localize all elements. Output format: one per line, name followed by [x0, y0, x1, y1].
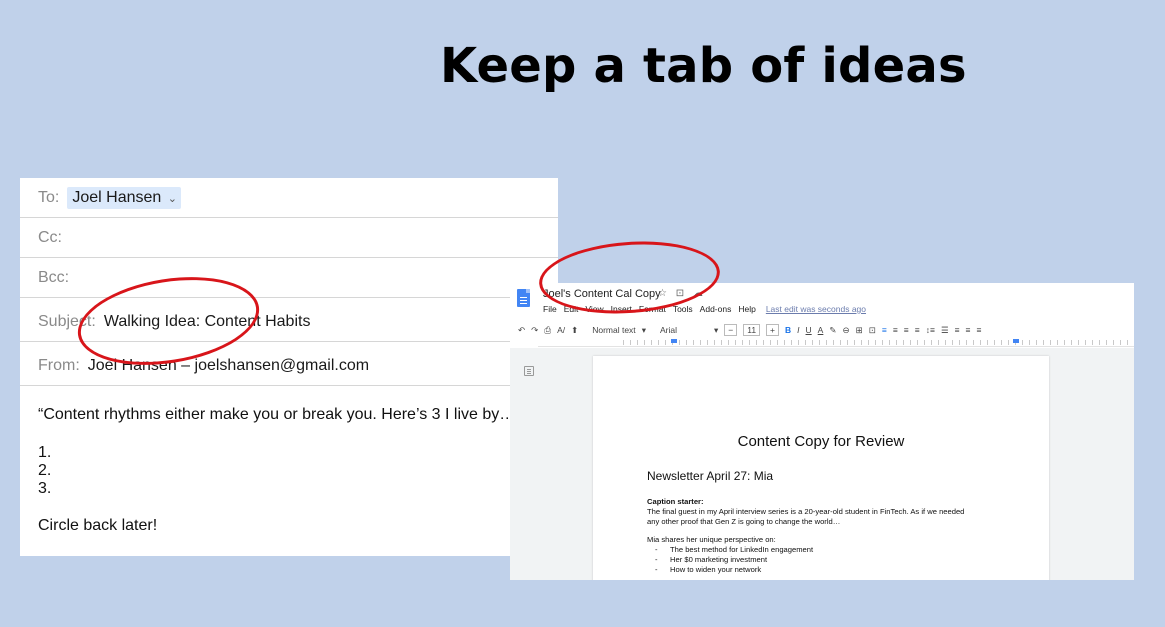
redo-icon[interactable]: ↷: [531, 325, 538, 336]
list-item: 2.: [38, 462, 52, 479]
caption-line: The final guest in my April interview se…: [647, 507, 965, 516]
menu-edit[interactable]: Edit: [564, 304, 579, 314]
style-caret-icon[interactable]: ▾: [642, 325, 646, 336]
body-closing: Circle back later!: [38, 517, 158, 534]
menu-bar: File Edit View Insert Format Tools Add-o…: [543, 304, 866, 314]
list-item: Her $0 marketing investment: [655, 555, 813, 565]
font-size-decrease-button[interactable]: −: [724, 324, 738, 336]
from-label: From:: [38, 356, 80, 374]
menu-file[interactable]: File: [543, 304, 557, 314]
link-icon[interactable]: ⊖: [842, 325, 849, 336]
list-item: The best method for LinkedIn engagement: [655, 545, 813, 555]
menu-insert[interactable]: Insert: [611, 304, 632, 314]
subject-label: Subject:: [38, 312, 96, 330]
cc-row[interactable]: Cc:: [20, 218, 558, 258]
menu-format[interactable]: Format: [639, 304, 666, 314]
font-size-input[interactable]: 11: [743, 324, 761, 336]
print-icon[interactable]: ⎙: [544, 325, 551, 336]
recipient-name: Joel Hansen: [72, 188, 162, 206]
cc-label: Cc:: [38, 228, 62, 246]
list-item: 3.: [38, 480, 52, 497]
caption-label: Caption starter:: [647, 497, 704, 506]
line-spacing-icon[interactable]: ↕≡: [926, 325, 935, 335]
menu-view[interactable]: View: [585, 304, 603, 314]
font-caret-icon[interactable]: ▾: [714, 325, 718, 336]
subject-row[interactable]: Subject: Walking Idea: Content Habits: [20, 302, 558, 342]
align-right-icon[interactable]: ≡: [904, 325, 909, 335]
document-title[interactable]: Joel's Content Cal Copy: [543, 288, 661, 300]
caption-paragraph: The final guest in my April interview se…: [647, 507, 964, 527]
image-icon[interactable]: ⊡: [869, 325, 876, 336]
docs-window: Joel's Content Cal Copy ☆ ⊡ ☁ File Edit …: [510, 283, 1134, 580]
font-size-increase-button[interactable]: +: [766, 324, 780, 336]
recipient-chip[interactable]: Joel Hansen ⌄: [67, 186, 181, 209]
bcc-label: Bcc:: [38, 268, 70, 286]
menu-tools[interactable]: Tools: [673, 304, 693, 314]
chevron-down-icon[interactable]: ⌄: [168, 193, 177, 205]
caption-line: any other proof that Gen Z is going to c…: [647, 517, 841, 526]
email-body[interactable]: “Content rhythms either make you or brea…: [38, 406, 525, 535]
from-row[interactable]: From: Joel Hansen – joelshansen@gmail.co…: [20, 346, 558, 386]
numbered-list-icon[interactable]: ≡: [966, 325, 971, 335]
checklist-icon[interactable]: ☰: [941, 325, 949, 336]
align-justify-icon[interactable]: ≡: [915, 325, 920, 335]
text-color-button[interactable]: A: [818, 325, 824, 335]
document-canvas: Content Copy for Review Newsletter April…: [510, 348, 1134, 580]
slide-title: Keep a tab of ideas: [440, 38, 967, 94]
mia-intro: Mia shares her unique perspective on:: [647, 535, 776, 544]
document-page[interactable]: Content Copy for Review Newsletter April…: [593, 356, 1049, 580]
to-label: To:: [38, 188, 60, 206]
align-left-icon[interactable]: ≡: [882, 325, 887, 335]
undo-icon[interactable]: ↶: [518, 325, 525, 336]
doc-heading: Content Copy for Review: [737, 433, 905, 450]
body-quote: “Content rhythms either make you or brea…: [38, 406, 526, 423]
email-compose-panel: To: Joel Hansen ⌄ Cc: Bcc: Subject: Walk…: [20, 178, 558, 556]
font-select[interactable]: Arial: [660, 325, 708, 335]
comment-icon[interactable]: ⊞: [856, 325, 863, 336]
bulleted-list-icon[interactable]: ≡: [955, 325, 960, 335]
underline-button[interactable]: U: [806, 325, 812, 335]
style-select[interactable]: Normal text: [592, 325, 635, 335]
align-center-icon[interactable]: ≡: [893, 325, 898, 335]
paint-format-icon[interactable]: ⬆: [571, 325, 578, 336]
doc-subheading: Newsletter April 27: Mia: [647, 469, 774, 483]
last-edit-link[interactable]: Last edit was seconds ago: [766, 304, 866, 314]
document-outline-icon[interactable]: [524, 366, 534, 376]
ruler[interactable]: [538, 339, 1134, 347]
topic-list: The best method for LinkedIn engagement …: [655, 545, 813, 575]
highlight-icon[interactable]: ✎: [829, 325, 836, 336]
subject-value[interactable]: Walking Idea: Content Habits: [104, 313, 311, 331]
indent-icon[interactable]: ≡: [977, 325, 982, 335]
menu-add-ons[interactable]: Add-ons: [700, 304, 732, 314]
italic-button[interactable]: I: [797, 325, 799, 335]
right-indent-marker[interactable]: [1013, 339, 1019, 343]
star-move-cloud-icons[interactable]: ☆ ⊡ ☁: [658, 288, 706, 299]
bcc-row[interactable]: Bcc:: [20, 258, 558, 298]
body-list: 1. 2. 3.: [38, 444, 525, 498]
list-item: How to widen your network: [655, 565, 813, 575]
toolbar: ↶ ↷ ⎙ A/ ⬆ Normal text ▾ Arial ▾ − 11 + …: [510, 321, 1134, 339]
menu-help[interactable]: Help: [738, 304, 755, 314]
bold-button[interactable]: B: [785, 325, 791, 335]
ruler-ticks: [623, 340, 1134, 345]
to-row: To: Joel Hansen ⌄: [20, 178, 558, 218]
spellcheck-icon[interactable]: A/: [557, 325, 565, 335]
from-value[interactable]: Joel Hansen – joelshansen@gmail.com: [88, 357, 369, 375]
docs-logo-icon[interactable]: [517, 289, 530, 307]
left-indent-marker[interactable]: [671, 339, 677, 343]
list-item: 1.: [38, 444, 52, 461]
